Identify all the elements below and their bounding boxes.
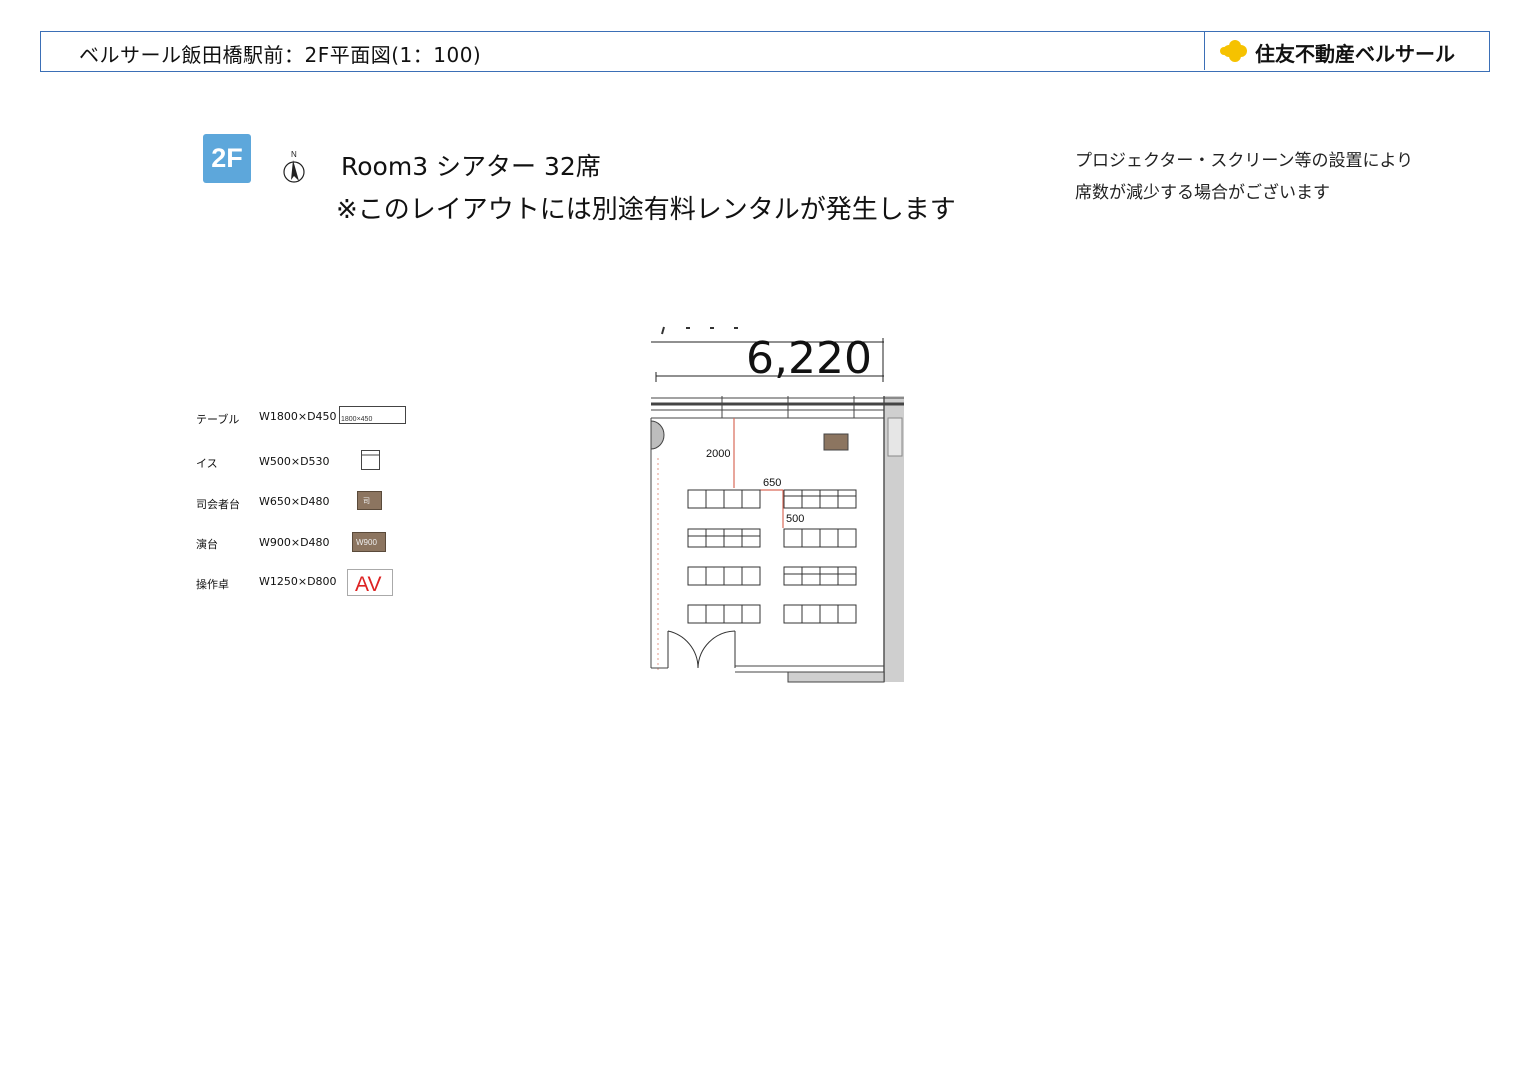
legend-size-chair: W500×D530: [259, 455, 330, 468]
av-console-icon-label: AV: [355, 573, 381, 596]
double-door: [667, 630, 736, 669]
table-row: [687, 528, 857, 548]
seating-area: [687, 489, 857, 624]
mc-stand-icon: 司: [357, 491, 382, 510]
table-icon: 1800×450: [339, 406, 406, 424]
north-arrow-icon: N: [283, 150, 305, 183]
legend-label-av-console: 操作卓: [196, 578, 229, 591]
column-shape: [650, 420, 665, 450]
podium-icon-label: W900: [356, 538, 377, 547]
rental-note: ※このレイアウトには別途有料レンタルが発生します: [336, 195, 956, 225]
dimension-500: 500: [786, 513, 804, 525]
table-icon-label: 1800×450: [341, 416, 372, 423]
table-row: [687, 604, 857, 624]
brand-box: 住友不動産ベルサール: [1204, 32, 1489, 70]
dimension-650: 650: [763, 477, 781, 489]
table-row: [687, 489, 857, 509]
compass-label: N: [291, 150, 297, 159]
page-title: ベルサール飯田橋駅前：2F平面図(1：100): [79, 43, 482, 67]
room-title: Room3 シアター 32席: [341, 152, 601, 181]
chair-icon: [361, 450, 380, 470]
legend-size-table: W1800×D450: [259, 410, 337, 423]
podium-icon: W900: [352, 532, 386, 552]
seat-dimension-marks: [733, 418, 784, 528]
legend-size-av-console: W1250×D800: [259, 575, 337, 588]
legend-label-table: テーブル: [196, 413, 240, 426]
legend-size-podium: W900×D480: [259, 536, 330, 549]
bottom-wall: [651, 665, 885, 683]
cropped-dimension-mark: [661, 326, 738, 335]
mc-stand-icon-label: 司: [363, 497, 370, 505]
header-bar: ベルサール飯田橋駅前：2F平面図(1：100) 住友不動産ベルサール: [40, 31, 1490, 72]
seat-note-line-2: 席数が減少する場合がございます: [1075, 183, 1330, 203]
legend-label-mc-stand: 司会者台: [196, 498, 240, 511]
right-wall: [883, 396, 904, 682]
podium-symbol: [823, 433, 849, 451]
width-dimension-label: 6,220: [746, 333, 872, 384]
seat-note-line-1: プロジェクター・スクリーン等の設置により: [1075, 151, 1414, 171]
legend-label-chair: イス: [196, 457, 218, 470]
floor-badge: 2F: [203, 134, 251, 183]
legend-label-podium: 演台: [196, 538, 218, 551]
top-wall: [651, 396, 904, 419]
brand-logo-icon: [1220, 40, 1247, 62]
av-console-icon: AV: [347, 569, 393, 596]
floor-plan: 6,220 2000 650 500: [650, 326, 904, 683]
table-row: [687, 566, 857, 586]
dimension-2000: 2000: [706, 448, 730, 460]
brand-name: 住友不動産ベルサール: [1255, 42, 1455, 66]
legend-size-mc-stand: W650×D480: [259, 495, 330, 508]
